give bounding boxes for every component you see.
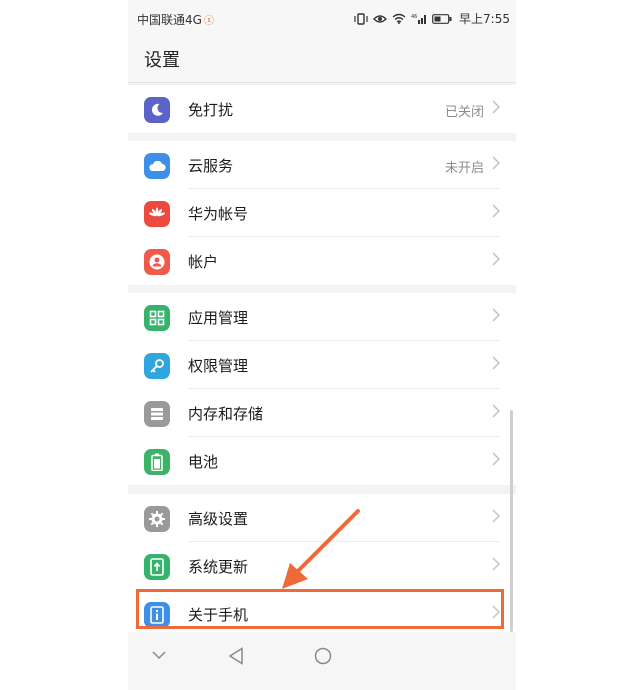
system-update-icon: [144, 554, 170, 580]
chevron-down-icon[interactable]: [152, 651, 166, 660]
chevron-right-icon: [492, 100, 500, 114]
chevron-right-icon: [492, 252, 500, 266]
settings-item-value: 已关闭: [444, 105, 484, 120]
key-icon: [144, 353, 170, 379]
hd-signal-icon: ⓢ: [203, 16, 214, 27]
status-icons: 46 早上7:55: [354, 10, 510, 27]
vibrate-icon: [354, 12, 368, 25]
status-bar: 中国联通4G ⓢ 46 早上7:55: [128, 0, 516, 36]
settings-item-permission-management[interactable]: 权限管理: [128, 341, 516, 389]
apps-grid-icon: [144, 305, 170, 331]
settings-item-value: 未开启: [444, 161, 484, 176]
about-phone-highlight-box: [136, 589, 504, 629]
huawei-logo-icon: [144, 201, 170, 227]
chevron-right-icon: [492, 308, 500, 322]
settings-item-label: 系统更新: [188, 558, 249, 576]
user-icon: [144, 249, 170, 275]
settings-item-app-management[interactable]: 应用管理: [128, 293, 516, 341]
back-icon[interactable]: [228, 647, 244, 665]
chevron-right-icon: [492, 557, 500, 571]
navigation-bar: [128, 632, 516, 690]
page-title: 设置: [144, 50, 180, 71]
svg-text:46: 46: [411, 14, 417, 20]
cellular-signal-icon: 46: [411, 14, 427, 24]
settings-item-label: 免打扰: [188, 101, 234, 119]
eye-comfort-icon: [373, 14, 387, 23]
chevron-right-icon: [492, 509, 500, 523]
chevron-right-icon: [492, 204, 500, 218]
scrollbar[interactable]: [510, 410, 513, 632]
cloud-icon: [144, 153, 170, 179]
settings-item-label: 应用管理: [188, 309, 249, 327]
battery-icon: [144, 449, 170, 475]
wifi-icon: [392, 13, 406, 24]
settings-item-accounts[interactable]: 帐户: [128, 237, 516, 285]
settings-item-label: 华为帐号: [188, 205, 249, 223]
moon-icon: [144, 97, 170, 123]
chevron-right-icon: [492, 156, 500, 170]
settings-item-label: 帐户: [188, 253, 219, 271]
settings-item-huawei-account[interactable]: 华为帐号: [128, 189, 516, 237]
settings-item-battery[interactable]: 电池: [128, 437, 516, 485]
settings-item-label: 高级设置: [188, 510, 249, 528]
clock: 早上7:55: [459, 12, 510, 26]
home-icon[interactable]: [314, 647, 332, 665]
settings-item-label: 电池: [188, 453, 219, 471]
settings-item-label: 云服务: [188, 157, 234, 175]
chevron-right-icon: [492, 452, 500, 466]
chevron-right-icon: [492, 404, 500, 418]
chevron-right-icon: [492, 356, 500, 370]
settings-item-cloud-service[interactable]: 云服务 未开启: [128, 141, 516, 189]
annotation-arrow-icon: [282, 509, 360, 589]
gear-icon: [144, 506, 170, 532]
storage-icon: [144, 401, 170, 427]
carrier-label: 中国联通4G ⓢ: [137, 13, 214, 27]
settings-header: 设置: [128, 36, 516, 83]
battery-status-icon: [432, 13, 452, 24]
settings-item-label: 内存和存储: [188, 405, 264, 423]
settings-item-label: 权限管理: [188, 357, 249, 375]
settings-item-do-not-disturb[interactable]: 免打扰 已关闭: [128, 85, 516, 133]
settings-item-memory-storage[interactable]: 内存和存储: [128, 389, 516, 437]
